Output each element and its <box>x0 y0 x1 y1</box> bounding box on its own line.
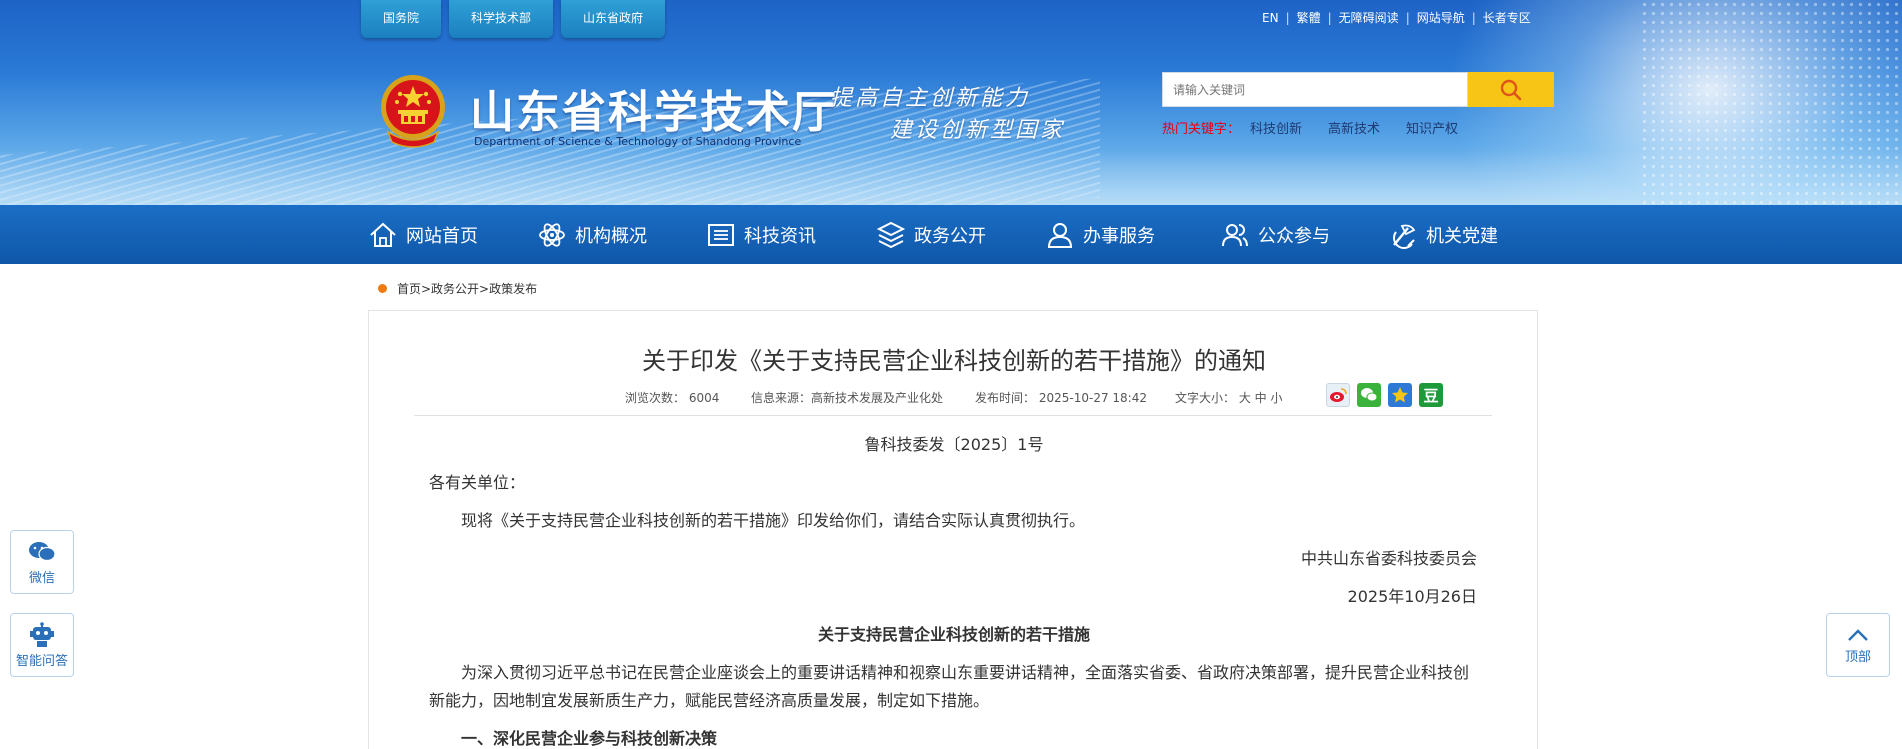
news-icon <box>708 223 734 246</box>
chevron-up-icon <box>1848 628 1868 641</box>
douban-icon[interactable]: 豆 <box>1419 383 1443 407</box>
party-icon <box>1393 224 1416 249</box>
banner-dot-pattern <box>1640 0 1902 205</box>
link-en[interactable]: EN <box>1262 11 1279 25</box>
top-links: EN | 繁體 | 无障碍阅读 | 网站导航 | 长者专区 <box>1262 11 1531 25</box>
link-site-map[interactable]: 网站导航 <box>1417 11 1465 25</box>
qzone-icon[interactable] <box>1388 383 1412 407</box>
nav-item-gov-affairs[interactable]: 政务公开 <box>876 205 986 264</box>
float-label: 智能问答 <box>15 653 68 669</box>
intro-paragraph: 现将《关于支持民营企业科技创新的若干措施》印发给你们，请结合实际认真贯彻执行。 <box>461 511 1086 530</box>
nav-item-participation[interactable]: 公众参与 <box>1220 205 1330 264</box>
nav-item-label: 政务公开 <box>914 225 986 247</box>
source-value: 高新技术发展及产业化处 <box>811 391 944 405</box>
float-label: 微信 <box>28 570 55 586</box>
link-accessibility[interactable]: 无障碍阅读 <box>1339 11 1399 25</box>
breadcrumb-path[interactable]: 首页>政务公开>政策发布 <box>397 280 537 297</box>
issue-date: 2025年10月26日 <box>1347 587 1477 606</box>
person-icon <box>1047 222 1073 248</box>
nav-item-label: 办事服务 <box>1083 225 1155 247</box>
top-tab-state-council[interactable]: 国务院 <box>361 0 442 38</box>
slogan-line1: 提高自主创新能力 <box>830 86 1031 111</box>
top-tab-shandong-gov[interactable]: 山东省政府 <box>561 0 666 38</box>
back-to-top-button[interactable]: 顶部 <box>1826 613 1890 677</box>
people-icon <box>1222 223 1248 246</box>
salutation: 各有关单位： <box>429 473 526 492</box>
home-icon <box>370 222 396 247</box>
breadcrumb: 首页>政务公开>政策发布 <box>378 280 537 297</box>
hot-keywords: 热门关键字： 科技创新 高新技术 知识产权 <box>1162 118 1484 137</box>
nav-item-label: 机关党建 <box>1426 225 1498 247</box>
robot-icon <box>30 621 54 647</box>
date-meta: 发布时间： 2025-10-27 18:42 <box>975 391 1147 405</box>
paragraph-line: 为深入贯彻习近平总书记在民营企业座谈会上的重要讲话精神和视察山东重要讲话精神，全… <box>461 663 1470 682</box>
weibo-icon[interactable] <box>1326 383 1350 407</box>
nav-item-label: 公众参与 <box>1258 225 1330 247</box>
wechat-float-button[interactable]: 微信 <box>10 530 74 594</box>
top-tab-most[interactable]: 科学技术部 <box>449 0 554 38</box>
measures-title: 关于支持民营企业科技创新的若干措施 <box>817 625 1090 644</box>
search-input[interactable] <box>1162 72 1468 107</box>
link-traditional[interactable]: 繁體 <box>1297 11 1321 25</box>
nav-item-label: 网站首页 <box>406 225 478 247</box>
hot-keyword[interactable]: 知识产权 <box>1406 122 1458 137</box>
site-subtitle: Department of Science & Technology of Sh… <box>474 135 802 148</box>
search-button[interactable] <box>1468 72 1554 107</box>
site-title: 山东省科学技术厅 <box>470 87 838 138</box>
link-elderly[interactable]: 长者专区 <box>1483 11 1531 25</box>
wechat-icon <box>29 541 56 561</box>
nav-item-news[interactable]: 科技资讯 <box>706 205 816 264</box>
article-title: 关于印发《关于支持民营企业科技创新的若干措施》的通知 <box>642 347 1266 375</box>
doc-number: 鲁科技委发〔2025〕1号 <box>864 435 1044 454</box>
issuer: 中共山东省委科技委员会 <box>1300 549 1477 568</box>
nav-item-services[interactable]: 办事服务 <box>1045 205 1155 264</box>
nav-item-label: 机构概况 <box>575 225 647 247</box>
nav-item-party[interactable]: 机关党建 <box>1388 205 1498 264</box>
views-count: 6004 <box>688 391 720 405</box>
fontsize-options[interactable]: 大 中 小 <box>1239 391 1283 405</box>
layers-icon <box>876 221 906 248</box>
nav-item-label: 科技资讯 <box>744 225 816 247</box>
hot-keyword[interactable]: 高新技术 <box>1328 122 1380 137</box>
fontsize-meta: 文字大小： 大 中 小 <box>1175 391 1283 405</box>
nav-item-home[interactable]: 网站首页 <box>368 205 478 264</box>
publish-date: 2025-10-27 18:42 <box>1038 391 1147 405</box>
source-meta: 信息来源：高新技术发展及产业化处 <box>751 391 944 405</box>
paragraph-line: 新能力，因地制宜发展新质生产力，赋能民营经济高质量发展，制定如下措施。 <box>429 691 990 710</box>
hot-keywords-label: 热门关键字： <box>1162 122 1241 137</box>
views-meta: 浏览次数： 6004 <box>625 391 720 405</box>
wechat-icon[interactable] <box>1357 383 1381 407</box>
hot-keyword[interactable]: 科技创新 <box>1250 122 1302 137</box>
atom-icon <box>539 222 565 247</box>
article-container: 关于印发《关于支持民营企业科技创新的若干措施》的通知 浏览次数： 6004 信息… <box>368 310 1538 749</box>
bullet-icon <box>378 284 387 293</box>
smart-qa-float-button[interactable]: 智能问答 <box>10 613 74 677</box>
slogan-line2: 建设创新型国家 <box>890 118 1066 143</box>
divider <box>414 415 1492 416</box>
nav-item-organization[interactable]: 机构概况 <box>537 205 647 264</box>
section-heading: 一、深化民营企业参与科技创新决策 <box>461 729 718 748</box>
float-label: 顶部 <box>1844 649 1871 665</box>
search-icon <box>1500 79 1522 100</box>
national-emblem-icon <box>381 75 445 148</box>
